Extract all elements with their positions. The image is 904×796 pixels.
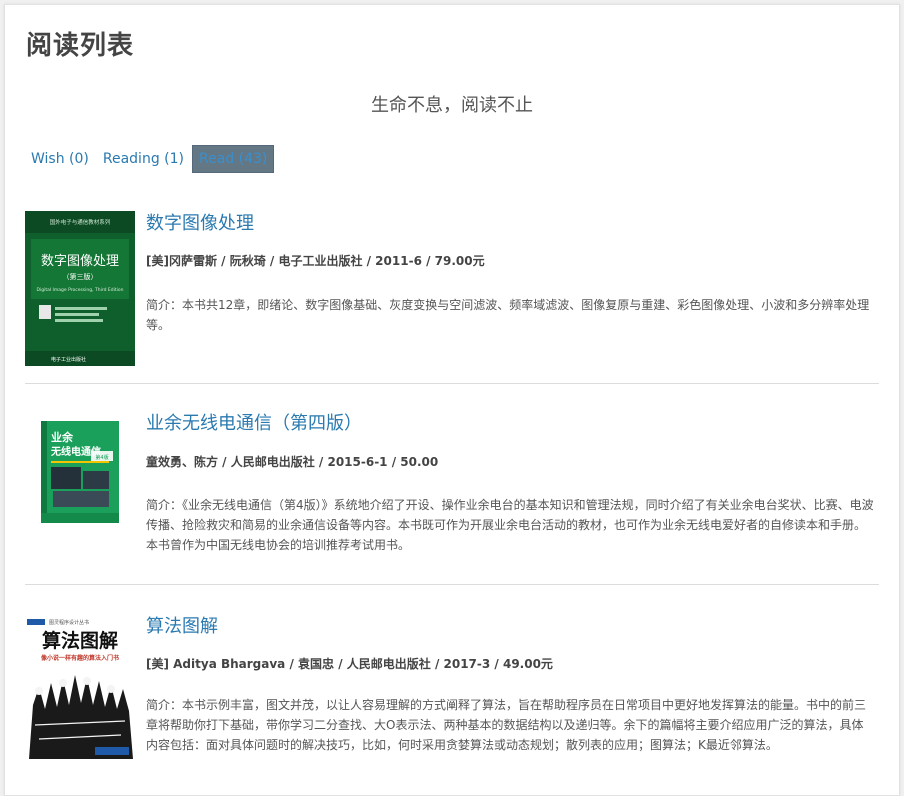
tab-read[interactable]: Read (43) xyxy=(191,145,275,173)
page-motto: 生命不息，阅读不止 xyxy=(371,95,533,116)
book-cover-image: 业余 无线电通信 第4版 xyxy=(41,421,119,523)
book-item: 业余 无线电通信 第4版 业余无线电通信（第四版） 童效勇、陈方 / 人民邮电出… xyxy=(25,403,879,573)
book-cover[interactable]: 国外电子与通信教材系列 数字图像处理 （第三版） Digital Image P… xyxy=(25,211,135,366)
cover-en-title-text: Digital Image Processing, Third Edition xyxy=(37,287,124,293)
book-meta: [美] Aditya Bhargava / 袁国忠 / 人民邮电出版社 / 20… xyxy=(146,657,553,671)
book-cover[interactable]: 业余 无线电通信 第4版 xyxy=(41,421,119,523)
book-divider xyxy=(25,383,879,384)
cover-edition-text: 第4版 xyxy=(95,454,108,461)
cover-title-text: 数字图像处理 xyxy=(41,254,119,269)
cover-title-line1: 业余 xyxy=(51,430,74,444)
book-title-link[interactable]: 业余无线电通信（第四版） xyxy=(146,409,362,435)
cover-title-text: 算法图解 xyxy=(42,629,118,652)
book-cover-image: 国外电子与通信教材系列 数字图像处理 （第三版） Digital Image P… xyxy=(25,211,135,366)
book-title-link[interactable]: 算法图解 xyxy=(146,612,218,638)
status-tabs: Wish (0) Reading (1) Read (43) xyxy=(25,145,276,173)
book-summary: 简介：本书共12章，即绪论、数字图像基础、灰度变换与空间滤波、频率域滤波、图像复… xyxy=(146,298,870,332)
reading-list-card: 阅读列表 生命不息，阅读不止 Wish (0) Reading (1) Read… xyxy=(4,4,900,796)
cover-subtitle-text: 像小说一样有趣的算法入门书 xyxy=(41,654,119,662)
cover-publisher-text: 电子工业出版社 xyxy=(51,356,86,363)
book-title-link[interactable]: 数字图像处理 xyxy=(146,209,254,235)
book-meta: [美]冈萨雷斯 / 阮秋琦 / 电子工业出版社 / 2011-6 / 79.00… xyxy=(146,254,485,268)
book-item: 国外电子与通信教材系列 数字图像处理 （第三版） Digital Image P… xyxy=(25,203,879,369)
cover-edition-text: （第三版） xyxy=(63,272,98,281)
book-cover-image: 图灵程序设计丛书 算法图解 像小说一样有趣的算法入门书 xyxy=(25,617,135,759)
book-meta: 童效勇、陈方 / 人民邮电出版社 / 2015-6-1 / 50.00 xyxy=(146,455,439,469)
cover-series-text: 图灵程序设计丛书 xyxy=(49,619,89,626)
book-summary: 简介：《业余无线电通信（第4版）》系统地介绍了开设、操作业余电台的基本知识和管理… xyxy=(146,498,874,552)
page-title: 阅读列表 xyxy=(26,31,135,61)
book-summary: 简介：本书示例丰富，图文并茂，以让人容易理解的方式阐释了算法，旨在帮助程序员在日… xyxy=(146,698,867,752)
book-cover[interactable]: 图灵程序设计丛书 算法图解 像小说一样有趣的算法入门书 xyxy=(25,617,135,759)
tab-reading[interactable]: Reading (1) xyxy=(97,145,190,173)
book-item: 图灵程序设计丛书 算法图解 像小说一样有趣的算法入门书 算法图解 [美] Adi… xyxy=(25,605,879,788)
cover-series-text: 国外电子与通信教材系列 xyxy=(50,218,111,226)
tab-wish[interactable]: Wish (0) xyxy=(25,145,95,173)
book-divider xyxy=(25,584,879,585)
